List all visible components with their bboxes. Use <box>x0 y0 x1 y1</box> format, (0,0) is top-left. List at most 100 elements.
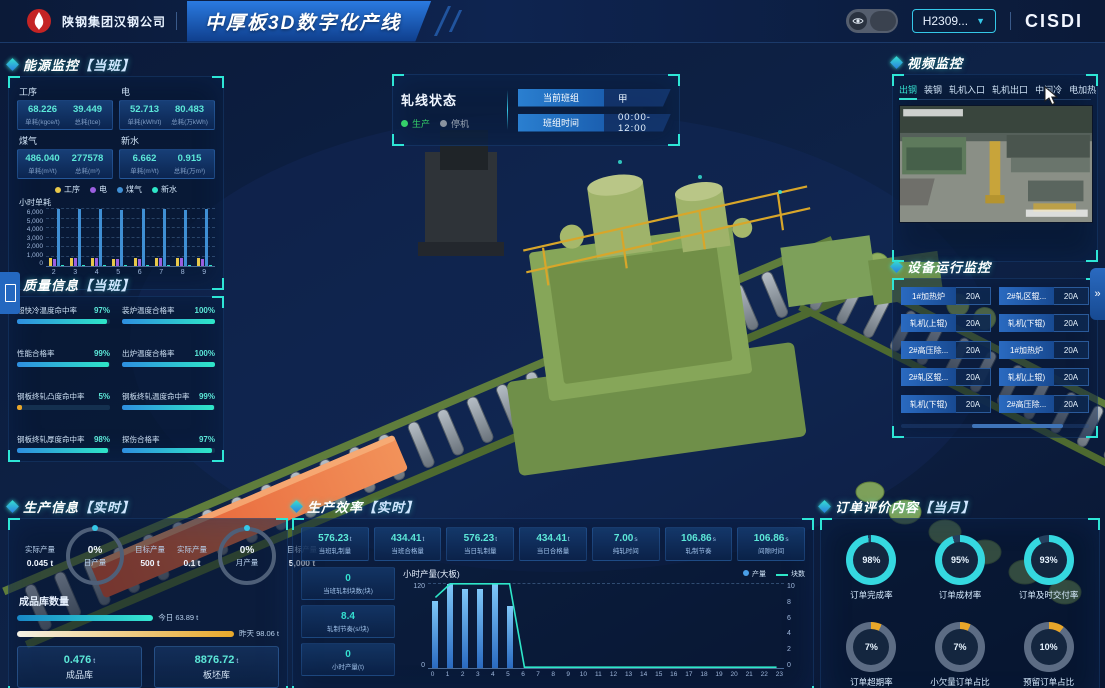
device-item[interactable]: 轧机(下辊)20A <box>999 314 1089 332</box>
header-deco-stripe <box>449 10 462 32</box>
device-item[interactable]: 2#轧区辊...20A <box>901 368 991 386</box>
y-tick-label: 3,000 <box>27 235 43 242</box>
toggle-knob <box>870 11 896 31</box>
panel-energy: 能源监控【当班】 工序 68.226单耗(kgce/t) 39.449总耗(tc… <box>8 54 224 290</box>
y-tick-label: 120 <box>413 583 425 590</box>
device-item[interactable]: 2#高压除...20A <box>999 395 1089 413</box>
panel-collapse-handle[interactable]: » <box>1090 268 1105 320</box>
y-tick-label: 2,000 <box>27 243 43 250</box>
y-tick-label: 1,000 <box>27 252 43 259</box>
bar-group <box>91 209 106 266</box>
finished-goods-card: 0.476t 成品库 <box>17 646 142 688</box>
device-item[interactable]: 轧机(上辊)20A <box>999 368 1089 386</box>
device-item[interactable]: 1#加热炉20A <box>901 287 991 305</box>
chart-bar <box>103 265 106 266</box>
chart-bar <box>99 209 102 266</box>
panel-diamond-icon <box>890 56 903 69</box>
x-tick-label: 23 <box>772 669 787 680</box>
device-item[interactable]: 2#高压除...20A <box>901 341 991 359</box>
x-tick-label: 2 <box>455 669 470 680</box>
y-tick-label: 4 <box>787 630 791 637</box>
energy-group-process: 工序 68.226单耗(kgce/t) 39.449总耗(tce) <box>17 85 113 130</box>
chart-bar <box>95 258 98 266</box>
x-tick-label: 13 <box>621 669 636 680</box>
y-tick-label: 8 <box>787 599 791 606</box>
x-tick-label: 4 <box>485 669 500 680</box>
quality-panel-title: 质量信息【当班】 <box>23 275 135 294</box>
chart-bar <box>124 265 127 266</box>
energy-group-gas: 煤气 486.040单耗(m³/t) 277578总耗(m³) <box>17 134 113 179</box>
output-chart-legend: 产量 块数 <box>743 569 805 579</box>
chart-bar <box>184 210 187 266</box>
device-item[interactable]: 轧机(下辊)20A <box>901 395 991 413</box>
y-tick-label: 5,000 <box>27 218 43 225</box>
chart-bar <box>116 259 119 266</box>
devices-scrollbar[interactable] <box>901 424 1089 428</box>
stat-card: 7.00s纯轧时间 <box>592 527 660 561</box>
header-bar: 陕钢集团汉钢公司 中厚板3D数字化产线 H2309... ▼ CISDI <box>0 0 1105 43</box>
panel-devices: 设备运行监控 1#加热炉20A 2#轧区辊...20A 轧机(上辊)20A 轧机… <box>892 256 1098 438</box>
quality-item: 钢板终轧厚度命中率98% <box>17 434 110 453</box>
panel-efficiency: 生产效率【实时】 576.23t当班轧制量 434.41t当班合格量 576.2… <box>292 496 814 688</box>
donut-order-yield: 95% 订单成材率 <box>935 535 985 601</box>
chart-bar <box>53 259 56 266</box>
dropdown-value: H2309... <box>923 14 968 28</box>
y-tick-label: 0 <box>787 662 791 669</box>
chart-bar <box>61 265 64 266</box>
dock-widget[interactable] <box>0 272 20 314</box>
device-item[interactable]: 轧机(上辊)20A <box>901 314 991 332</box>
quality-item: 出炉温度合格率100% <box>122 348 215 367</box>
y-tick-label: 2 <box>787 646 791 653</box>
quality-item: 装炉温度合格率100% <box>122 305 215 324</box>
x-tick-label: 10 <box>576 669 591 680</box>
donut-reserved-order-ratio: 10% 预留订单占比 <box>1023 622 1074 688</box>
video-tab-mill-entry[interactable]: 轧机入口 <box>949 79 985 99</box>
cisdi-logo: CISDI <box>1025 11 1083 32</box>
chevron-down-icon: ▼ <box>976 16 985 26</box>
y-tick-label: 0 <box>421 662 425 669</box>
video-tab-charging[interactable]: 装钢 <box>924 79 942 99</box>
video-tab-heating[interactable]: 电加热 <box>1069 79 1096 99</box>
scrollbar-thumb[interactable] <box>972 424 1062 428</box>
panel-video: 视频监控 出钢 装钢 轧机入口 轧机出口 中间冷 电加热 <box>892 52 1098 262</box>
quality-item: 钢板终轧凸度命中率5% <box>17 391 110 410</box>
shift-time-row: 班组时间 00:00-12:00 <box>518 114 671 132</box>
energy-chart-legend: 工序 电 煤气 新水 <box>17 184 215 195</box>
eye-icon <box>849 12 867 30</box>
bar-group <box>155 209 170 266</box>
visibility-toggle[interactable] <box>846 9 898 33</box>
x-tick-label: 21 <box>742 669 757 680</box>
stat-card: 8.4轧制节奏(s/块) <box>301 605 395 638</box>
stat-card: 434.41t当日合格量 <box>519 527 587 561</box>
video-tab-mill-exit[interactable]: 轧机出口 <box>992 79 1028 99</box>
energy-group-electric: 电 52.713单耗(kWh/t) 80.483总耗(万kWh) <box>119 85 215 130</box>
x-tick-label: 16 <box>666 669 681 680</box>
x-tick-label: 17 <box>681 669 696 680</box>
x-tick-label: 6 <box>515 669 530 680</box>
panel-diamond-icon <box>890 260 903 273</box>
y-tick-label: 10 <box>787 583 795 590</box>
donut-order-completion: 98% 订单完成率 <box>846 535 896 601</box>
x-tick-label: 1 <box>440 669 455 680</box>
cctv-feed[interactable] <box>899 105 1093 223</box>
x-tick-label: 18 <box>696 669 711 680</box>
bar-group <box>197 209 212 266</box>
x-tick-label: 11 <box>591 669 606 680</box>
quality-item: 探伤合格率97% <box>122 434 215 453</box>
device-item[interactable]: 2#轧区辊...20A <box>999 287 1089 305</box>
chart-bar <box>176 258 179 266</box>
x-tick-label: 15 <box>651 669 666 680</box>
hourly-output-chart: 小时产量(大板) 产量 块数 1200 1086420 <box>403 567 805 680</box>
device-item[interactable]: 1#加热炉20A <box>999 341 1089 359</box>
inventory-bar-yesterday: 昨天 98.06 t <box>17 628 279 639</box>
slab-stock-card: 8876.72t 板坯库 <box>154 646 279 688</box>
chart-bar <box>112 259 115 267</box>
y-tick-label: 6 <box>787 615 791 622</box>
line-select-dropdown[interactable]: H2309... ▼ <box>912 9 996 33</box>
x-tick-label: 12 <box>606 669 621 680</box>
production-panel-title: 生产信息【实时】 <box>23 497 135 516</box>
panel-diamond-icon <box>818 500 831 513</box>
panel-diamond-icon <box>290 500 303 513</box>
video-tab-tapping[interactable]: 出钢 <box>899 79 917 99</box>
chart-bar <box>180 258 183 266</box>
